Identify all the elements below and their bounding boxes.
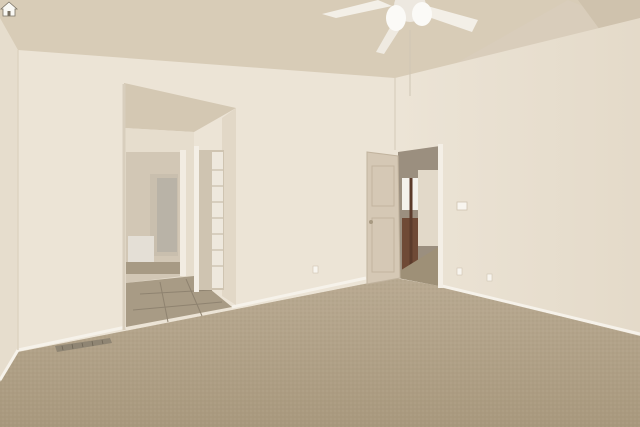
door-knob [369,220,373,224]
outlet-1 [312,265,319,274]
bathroom-tile-floor [126,262,184,274]
closet-door-frame [194,146,199,292]
fan-light-right [412,2,432,26]
alcove-right-wall [222,108,236,305]
bathroom-shower [157,178,177,252]
left-wall [0,18,18,382]
outlet-3 [486,273,493,282]
closet-shelving [212,152,223,288]
outlet-2 [456,267,463,276]
light-switch [456,201,468,211]
hallway-far-wall [418,170,438,246]
bathroom-door-frame [180,150,186,276]
home-icon [0,1,18,17]
photo-canvas [0,0,640,427]
bedroom-photo [0,0,640,427]
fan-light-left [386,5,406,31]
hallway-door-frame [438,144,443,288]
